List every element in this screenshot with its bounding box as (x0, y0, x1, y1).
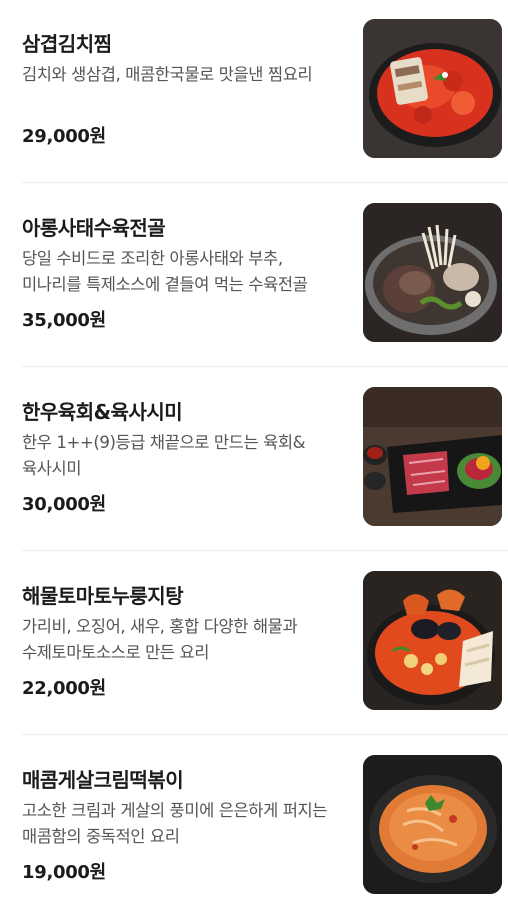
menu-item-photo[interactable] (363, 203, 502, 342)
menu-item-description: 김치와 생삼겹, 매콤한국물로 맛을낸 찜요리 (22, 65, 313, 84)
menu-item-name: 해물토마토누룽지탕 (22, 584, 184, 608)
menu-item-name: 아롱사태수육전골 (22, 216, 166, 240)
menu-item-photo[interactable] (363, 571, 502, 710)
menu-item-beef-tartare[interactable]: 한우육회&육사시미 한우 1++(9)등급 채끝으로 만드는 육회&육사시미 3… (0, 368, 508, 552)
menu-item-photo[interactable] (363, 387, 502, 526)
menu-item-description: 한우 1++(9)등급 채끝으로 만드는 육회&육사시미 (22, 433, 306, 478)
menu-item-price: 19,000원 (22, 862, 106, 883)
menu-item-photo[interactable] (363, 755, 502, 894)
menu-item-description: 가리비, 오징어, 새우, 홍합 다양한 해물과 수제토마토소스로 만든 요리 (22, 617, 298, 662)
divider (22, 182, 508, 183)
menu-item-name: 한우육회&육사시미 (22, 400, 183, 424)
divider (22, 734, 508, 735)
menu-item-price: 29,000원 (22, 126, 106, 147)
menu-item-description: 고소한 크림과 게살의 풍미에 은은하게 퍼지는 매콤함의 중독적인 요리 (22, 801, 328, 846)
menu-item-photo[interactable] (363, 19, 502, 158)
menu-item-name: 매콤게살크림떡볶이 (22, 768, 184, 792)
divider (22, 550, 508, 551)
divider (22, 366, 508, 367)
menu-item-kimchi-pork-stew[interactable]: 삼겹김치찜 김치와 생삼겹, 매콤한국물로 맛을낸 찜요리 29,000원 (0, 0, 508, 184)
menu-item-price: 22,000원 (22, 678, 106, 699)
menu-item-seafood-tomato[interactable]: 해물토마토누룽지탕 가리비, 오징어, 새우, 홍합 다양한 해물과 수제토마토… (0, 552, 508, 736)
menu-item-price: 30,000원 (22, 494, 106, 515)
menu-item-name: 삼겹김치찜 (22, 32, 112, 56)
menu-item-description: 당일 수비드로 조리한 아롱사태와 부추, 미나리를 특제소스에 곁들여 먹는 … (22, 249, 308, 294)
menu-item-price: 35,000원 (22, 310, 106, 331)
menu-item-crab-cream-tteokbokki[interactable]: 매콤게살크림떡볶이 고소한 크림과 게살의 풍미에 은은하게 퍼지는 매콤함의 … (0, 736, 508, 904)
menu-list: 삼겹김치찜 김치와 생삼겹, 매콤한국물로 맛을낸 찜요리 29,000원 아롱… (0, 0, 508, 904)
menu-item-beef-shank-hotpot[interactable]: 아롱사태수육전골 당일 수비드로 조리한 아롱사태와 부추, 미나리를 특제소스… (0, 184, 508, 368)
